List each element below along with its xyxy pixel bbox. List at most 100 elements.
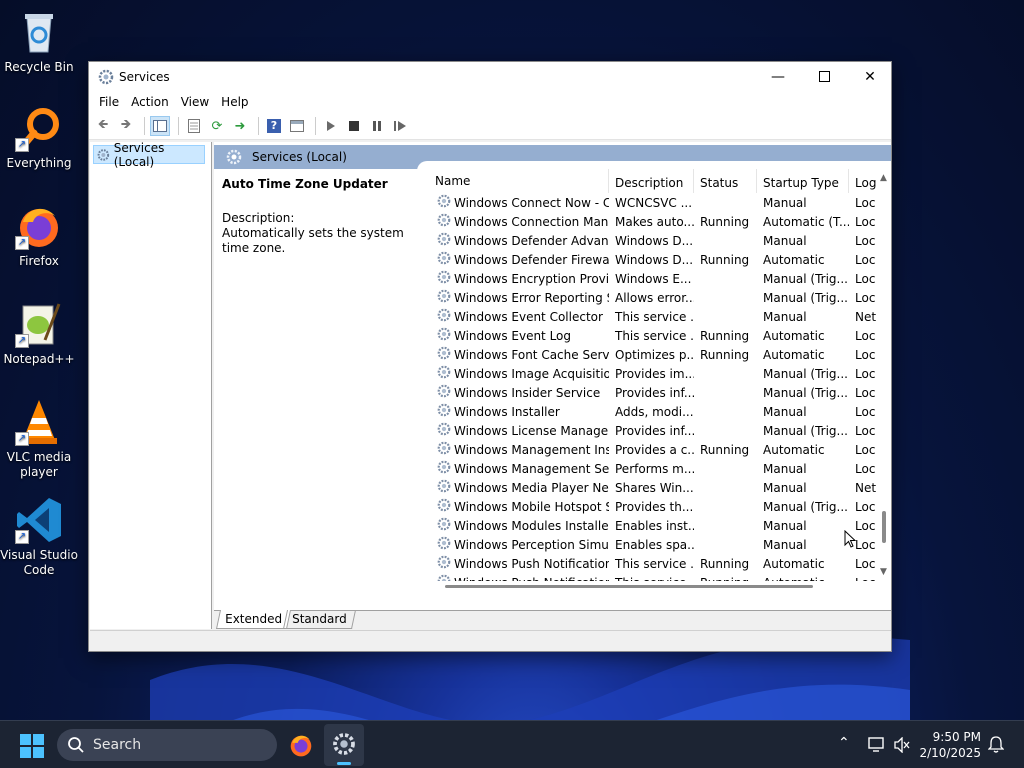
table-row[interactable]: Windows Defender Advanc... Windows D... Ma… bbox=[429, 231, 877, 250]
scroll-down-arrow-icon[interactable]: ▼ bbox=[880, 567, 887, 577]
menu-action[interactable]: Action bbox=[125, 95, 175, 109]
service-status: Running bbox=[700, 252, 750, 267]
service-name: Windows Connect Now - C... bbox=[429, 194, 609, 211]
description-pane: Auto Time Zone Updater Description: Auto… bbox=[216, 169, 424, 629]
table-row[interactable]: Windows Installer Adds, modi... Manual Loc bbox=[429, 402, 877, 421]
table-row[interactable]: Windows Perception Simul... Enables spa..… bbox=[429, 535, 877, 554]
table-row[interactable]: Windows License Manager ... Provides inf.… bbox=[429, 421, 877, 440]
column-log-on-as[interactable]: Log bbox=[849, 169, 877, 193]
scroll-up-arrow-icon[interactable]: ▲ bbox=[880, 173, 887, 183]
back-arrow-icon[interactable]: 🡸 bbox=[93, 116, 113, 136]
table-row[interactable]: Windows Event Log This service ... Running… bbox=[429, 326, 877, 345]
tree-item-services-local[interactable]: Services (Local) bbox=[93, 141, 205, 169]
table-row[interactable]: Windows Modules Installer Enables inst...… bbox=[429, 516, 877, 535]
service-name: Windows Media Player Net... bbox=[429, 479, 609, 496]
service-startup-type: Manual (Trig... bbox=[763, 499, 848, 514]
vscode-icon: ↗ bbox=[15, 496, 63, 544]
help-icon[interactable]: ? bbox=[264, 116, 284, 136]
service-name: Windows Error Reporting Se... bbox=[429, 289, 609, 306]
desktop-icon-firefox[interactable]: ↗ Firefox bbox=[0, 202, 78, 269]
service-status: Running bbox=[700, 347, 750, 362]
desktop-icon-vlc[interactable]: ↗ VLC media player bbox=[0, 398, 78, 480]
horizontal-scrollbar[interactable] bbox=[429, 581, 877, 593]
vertical-scrollbar[interactable]: ▲ ▼ bbox=[877, 169, 891, 581]
tab-standard[interactable]: Standard bbox=[282, 610, 356, 629]
volume-muted-icon[interactable] bbox=[894, 737, 910, 753]
desktop-icon-label: Visual Studio Code bbox=[0, 548, 78, 577]
title-bar[interactable]: Services — ✕ bbox=[89, 62, 891, 91]
table-row[interactable]: Windows Image Acquisitio... Provides im..… bbox=[429, 364, 877, 383]
view-tabs: Extended Standard bbox=[214, 610, 891, 630]
network-icon[interactable] bbox=[868, 737, 886, 753]
horizontal-scroll-thumb[interactable] bbox=[445, 585, 813, 588]
maximize-button[interactable] bbox=[801, 62, 847, 91]
desktop-icon-vscode[interactable]: ↗ Visual Studio Code bbox=[0, 496, 78, 578]
table-row[interactable]: Windows Push Notification...This service… bbox=[429, 554, 877, 573]
minimize-button[interactable]: — bbox=[755, 62, 801, 91]
table-row[interactable]: Windows Connection Mana... Makes auto... R… bbox=[429, 212, 877, 231]
taskbar-search-box[interactable]: Search bbox=[57, 729, 277, 761]
shortcut-arrow-icon: ↗ bbox=[15, 236, 29, 250]
taskbar-clock[interactable]: 9:50 PM 2/10/2025 bbox=[919, 729, 981, 761]
restart-service-icon[interactable] bbox=[390, 116, 410, 136]
table-row[interactable]: Windows Management Inst... Provides a c..… bbox=[429, 440, 877, 459]
service-gear-icon bbox=[437, 232, 451, 249]
table-row[interactable]: Windows Insider Service Provides inf... Ma… bbox=[429, 383, 877, 402]
desktop-icon-notepad-plus-plus[interactable]: ↗ Notepad++ bbox=[0, 300, 78, 367]
column-status[interactable]: Status bbox=[694, 169, 757, 193]
vertical-scroll-thumb[interactable] bbox=[882, 511, 886, 543]
table-row[interactable]: Windows Push Notification...This service… bbox=[429, 573, 877, 581]
service-description: Windows D... bbox=[615, 233, 694, 248]
menu-help[interactable]: Help bbox=[215, 95, 254, 109]
export-list-icon[interactable]: ➜ bbox=[230, 116, 250, 136]
column-startup-type[interactable]: Startup Type bbox=[757, 169, 849, 193]
table-row[interactable]: Windows Event Collector This service ... M… bbox=[429, 307, 877, 326]
view-icon[interactable] bbox=[287, 116, 307, 136]
service-gear-icon bbox=[437, 536, 451, 553]
table-row[interactable]: Windows Connect Now - C... WCNCSVC ... Man… bbox=[429, 193, 877, 212]
taskbar: Search ⌃ 9:50 PM 2/10/2025 bbox=[0, 720, 1024, 768]
tab-extended[interactable]: Extended bbox=[215, 610, 292, 629]
menu-file[interactable]: File bbox=[93, 95, 125, 109]
desktop-icon-recycle-bin[interactable]: Recycle Bin bbox=[0, 8, 78, 75]
service-gear-icon bbox=[437, 441, 451, 458]
taskbar-firefox-icon[interactable] bbox=[288, 732, 314, 761]
notification-bell-icon[interactable] bbox=[988, 736, 1004, 754]
service-name: Windows Event Log bbox=[429, 327, 609, 344]
stop-service-icon[interactable] bbox=[344, 116, 364, 136]
taskbar-services-icon[interactable] bbox=[324, 724, 364, 766]
menu-view[interactable]: View bbox=[175, 95, 215, 109]
service-description: Provides im... bbox=[615, 366, 694, 381]
services-list[interactable]: Name Description Status Startup Type Log… bbox=[429, 169, 877, 581]
close-button[interactable]: ✕ bbox=[847, 62, 893, 91]
table-row[interactable]: Windows Management Ser... Performs m... Ma… bbox=[429, 459, 877, 478]
properties-sheet-icon[interactable] bbox=[184, 116, 204, 136]
table-row[interactable]: Windows Encryption Provid... Windows E...… bbox=[429, 269, 877, 288]
clock-date: 2/10/2025 bbox=[919, 746, 981, 760]
search-icon bbox=[68, 737, 84, 753]
table-row[interactable]: Windows Font Cache Service Optimizes p...… bbox=[429, 345, 877, 364]
table-row[interactable]: Windows Media Player Net... Shares Win...… bbox=[429, 478, 877, 497]
service-log-on-as: Loc bbox=[855, 233, 876, 248]
table-row[interactable]: Windows Error Reporting Se... Allows erro… bbox=[429, 288, 877, 307]
column-description[interactable]: Description bbox=[609, 169, 694, 193]
status-bar bbox=[90, 630, 891, 651]
table-row[interactable]: Windows Defender Firewall Windows D... Run… bbox=[429, 250, 877, 269]
desktop-icon-everything[interactable]: ↗ Everything bbox=[0, 104, 78, 171]
table-row[interactable]: Windows Mobile Hotspot S... Provides th..… bbox=[429, 497, 877, 516]
start-service-icon[interactable] bbox=[321, 116, 341, 136]
service-name: Windows Modules Installer bbox=[429, 517, 609, 534]
services-gear-icon bbox=[97, 148, 110, 161]
pause-service-icon[interactable] bbox=[367, 116, 387, 136]
start-windows-icon[interactable] bbox=[20, 734, 44, 761]
service-gear-icon bbox=[437, 479, 451, 496]
refresh-icon[interactable]: ⟳ bbox=[207, 116, 227, 136]
service-startup-type: Manual (Trig... bbox=[763, 290, 848, 305]
shortcut-arrow-icon: ↗ bbox=[15, 138, 29, 152]
forward-arrow-icon[interactable]: 🡺 bbox=[116, 116, 136, 136]
description-label: Description: bbox=[222, 211, 295, 225]
show-hidden-icons-chevron-icon[interactable]: ⌃ bbox=[838, 735, 850, 751]
service-status: Running bbox=[700, 328, 750, 343]
show-hide-console-tree-icon[interactable] bbox=[150, 116, 170, 136]
recycle-bin-icon bbox=[15, 8, 63, 56]
